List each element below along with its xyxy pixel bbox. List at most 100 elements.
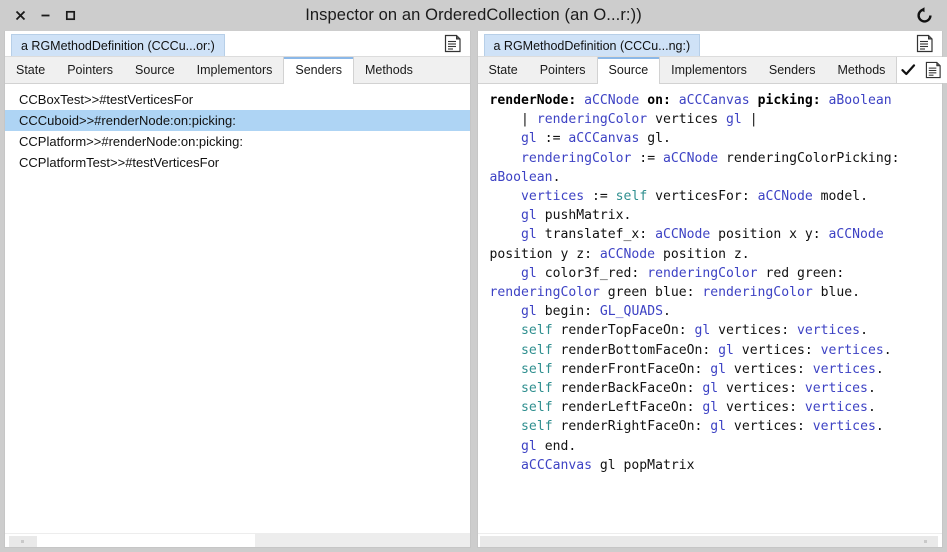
code-token: := bbox=[584, 189, 616, 205]
code-token: vertices bbox=[521, 189, 585, 205]
tabbar-spacer bbox=[424, 57, 470, 83]
code-token: aCCCanvas bbox=[678, 93, 750, 108]
right-horizontal-scrollbar[interactable] bbox=[477, 533, 942, 547]
code-token: renderingColor bbox=[647, 265, 758, 281]
code-token: renderTopFaceOn: bbox=[552, 323, 695, 339]
code-token: aCCCanvas bbox=[568, 131, 640, 147]
code-token: vertices bbox=[647, 112, 727, 128]
code-token: renderNode: bbox=[489, 93, 585, 108]
code-token: GL_QUADS bbox=[599, 304, 663, 320]
tab-implementors[interactable]: Implementors bbox=[186, 57, 284, 83]
code-token: renderingColorPicking: bbox=[718, 150, 908, 166]
tab-source[interactable]: Source bbox=[596, 57, 661, 84]
left-horizontal-scrollbar[interactable] bbox=[5, 533, 470, 547]
accept-checkmark-icon[interactable] bbox=[901, 63, 916, 77]
code-token: renderingColor bbox=[702, 285, 813, 301]
maximize-button[interactable] bbox=[63, 9, 77, 23]
tab-state[interactable]: State bbox=[5, 57, 56, 83]
code-token: renderingColor bbox=[489, 285, 600, 301]
senders-list[interactable]: CCBoxTest>>#testVerticesFor CCCuboid>>#r… bbox=[5, 84, 470, 533]
tab-methods[interactable]: Methods bbox=[826, 57, 896, 83]
list-item[interactable]: CCBoxTest>>#testVerticesFor bbox=[5, 89, 470, 110]
code-token: | bbox=[521, 112, 529, 128]
code-token: gl bbox=[521, 208, 537, 224]
refresh-icon[interactable] bbox=[915, 7, 933, 25]
code-token: red green: bbox=[765, 265, 845, 281]
code-token: aCCNode bbox=[599, 246, 656, 262]
tab-source[interactable]: Source bbox=[124, 57, 186, 83]
code-token: self bbox=[521, 381, 553, 397]
source-code-view[interactable]: renderNode: aCCNode on: aCCCanvas pickin… bbox=[477, 84, 942, 533]
code-token: position x y: bbox=[710, 227, 829, 243]
code-token: renderRightFaceOn: bbox=[552, 419, 711, 435]
right-object-tab[interactable]: a RGMethodDefinition (CCCu...ng:) bbox=[483, 34, 701, 56]
code-token: position y z: bbox=[489, 246, 592, 262]
tab-state[interactable]: State bbox=[478, 57, 529, 83]
tab-senders[interactable]: Senders bbox=[283, 57, 354, 84]
document-icon[interactable] bbox=[444, 34, 462, 53]
code-token: aCCNode bbox=[828, 227, 884, 243]
code-token: self bbox=[521, 419, 553, 435]
code-token: vertices bbox=[804, 381, 868, 397]
tab-methods[interactable]: Methods bbox=[354, 57, 424, 83]
code-token: gl bbox=[710, 361, 727, 377]
code-token: vertices: bbox=[718, 400, 805, 416]
code-token: begin: bbox=[536, 304, 600, 320]
code-token: renderFrontFaceOn: bbox=[552, 361, 711, 377]
list-item[interactable]: CCCuboid>>#renderNode:on:picking: bbox=[5, 110, 470, 131]
code-token: renderBottomFaceOn: bbox=[552, 342, 719, 358]
code-token: vertices: bbox=[710, 323, 797, 339]
list-item[interactable]: CCPlatform>>#renderNode:on:picking: bbox=[5, 131, 470, 152]
tab-senders[interactable]: Senders bbox=[758, 57, 827, 83]
document-icon[interactable] bbox=[925, 61, 942, 79]
code-token: aCCNode bbox=[662, 150, 719, 166]
tab-pointers[interactable]: Pointers bbox=[529, 57, 597, 83]
code-token: renderingColor bbox=[536, 112, 648, 128]
code-token: verticesFor: bbox=[647, 189, 758, 205]
code-token: vertices bbox=[797, 323, 861, 339]
left-object-tab[interactable]: a RGMethodDefinition (CCCu...or:) bbox=[11, 34, 225, 56]
code-token: gl bbox=[521, 131, 537, 147]
code-token: gl bbox=[521, 304, 537, 320]
code-token: aBoolean bbox=[489, 169, 553, 185]
list-item[interactable]: CCPlatformTest>>#testVerticesFor bbox=[5, 152, 470, 173]
code-token: renderBackFaceOn: bbox=[552, 381, 703, 397]
code-token: gl popMatrix bbox=[592, 457, 695, 473]
left-pane-header: a RGMethodDefinition (CCCu...or:) bbox=[5, 31, 470, 57]
inspector-window: Inspector on an OrderedCollection (an O.… bbox=[0, 0, 947, 552]
code-token: picking: bbox=[757, 93, 829, 108]
scrollbar-thumb[interactable] bbox=[9, 536, 37, 547]
tab-pointers[interactable]: Pointers bbox=[56, 57, 124, 83]
code-token: gl bbox=[718, 342, 734, 358]
left-tabbar: State Pointers Source Implementors Sende… bbox=[5, 57, 470, 84]
code-token: vertices bbox=[820, 342, 884, 358]
code-token: vertices bbox=[812, 361, 876, 377]
code-token: := bbox=[631, 150, 663, 166]
minimize-button[interactable] bbox=[38, 9, 52, 23]
code-token: gl bbox=[521, 438, 537, 454]
code-token: gl bbox=[702, 381, 719, 397]
window-controls bbox=[0, 9, 77, 23]
code-token: translatef_x: bbox=[536, 227, 656, 243]
tab-implementors[interactable]: Implementors bbox=[660, 57, 758, 83]
window-title: Inspector on an OrderedCollection (an O.… bbox=[305, 6, 642, 24]
code-token: aCCCanvas bbox=[521, 457, 592, 473]
right-tabbar: State Pointers Source Implementors Sende… bbox=[477, 57, 947, 84]
right-tabbar-actions bbox=[896, 57, 947, 83]
code-token: aBoolean bbox=[828, 93, 892, 108]
scrollbar-thumb[interactable] bbox=[479, 536, 938, 547]
code-token: vertices: bbox=[718, 381, 805, 397]
code-token: self bbox=[521, 342, 553, 358]
code-token: gl bbox=[702, 400, 719, 416]
code-token: self bbox=[521, 323, 553, 339]
close-button[interactable] bbox=[13, 9, 27, 23]
code-token: self bbox=[521, 400, 553, 416]
code-token: on: bbox=[647, 93, 679, 108]
code-token: renderLeftFaceOn: bbox=[552, 400, 703, 416]
code-token: color3f_red: bbox=[536, 265, 648, 281]
code-token: gl bbox=[521, 265, 537, 281]
code-token: self bbox=[615, 189, 648, 205]
document-icon[interactable] bbox=[916, 34, 934, 53]
